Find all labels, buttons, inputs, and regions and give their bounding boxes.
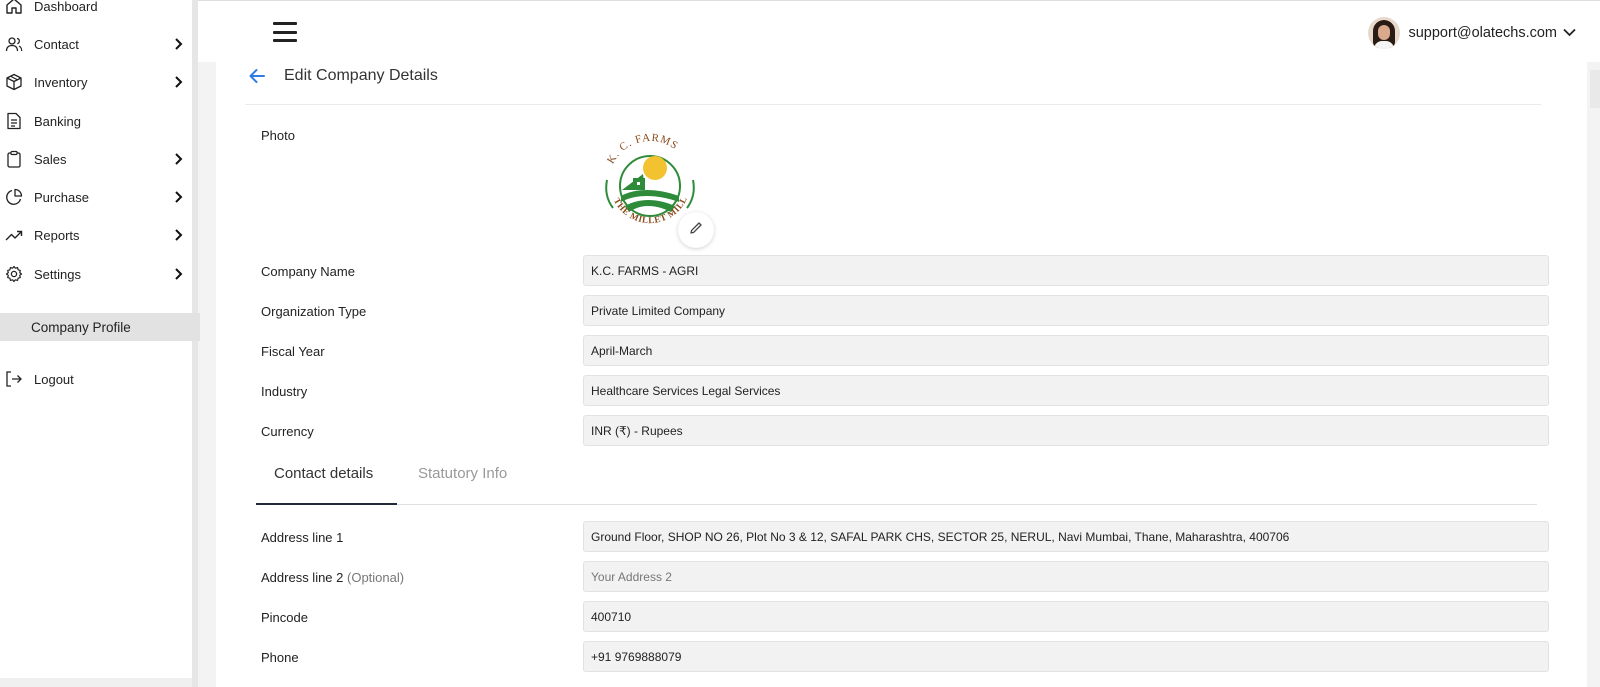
chevron-right-icon (173, 153, 185, 165)
back-arrow-icon[interactable] (248, 67, 266, 85)
sidebar-item-label: Company Profile (31, 319, 131, 335)
sidebar-item-banking[interactable]: Banking (0, 103, 192, 139)
home-icon (5, 0, 23, 15)
sidebar-item-settings[interactable]: Settings (0, 256, 192, 292)
industry-field[interactable]: Healthcare Services Legal Services (583, 375, 1549, 406)
currency-label: Currency (261, 424, 314, 439)
sidebar-item-inventory[interactable]: Inventory (0, 64, 192, 100)
users-icon (5, 35, 23, 53)
organization-type-label: Organization Type (261, 304, 367, 319)
sidebar-item-label: Dashboard (34, 0, 98, 14)
sidebar-footer (0, 678, 192, 687)
user-menu[interactable]: support@olatechs.com (1368, 16, 1576, 50)
tabs-divider (256, 504, 1537, 505)
sidebar-item-logout[interactable]: Logout (0, 361, 192, 397)
chevron-right-icon (173, 268, 185, 280)
menu-toggle-button[interactable] (273, 22, 297, 42)
sidebar-item-company-profile[interactable]: Company Profile (0, 313, 200, 341)
sidebar-item-purchase[interactable]: Purchase (0, 179, 192, 215)
phone-field[interactable]: +91 9769888079 (583, 641, 1549, 672)
sidebar-item-label: Sales (34, 151, 67, 167)
box-icon (5, 73, 23, 91)
fiscal-year-label: Fiscal Year (261, 344, 325, 359)
avatar (1368, 17, 1401, 49)
pencil-icon (688, 220, 704, 241)
top-header: support@olatechs.com (198, 0, 1600, 62)
sidebar-item-sales[interactable]: Sales (0, 141, 192, 177)
tab-statutory-info[interactable]: Statutory Info (418, 465, 507, 482)
address2-label: Address line 2 (Optional) (261, 570, 404, 585)
document-icon (5, 112, 23, 130)
sidebar-item-label: Purchase (34, 189, 89, 205)
industry-label: Industry (261, 384, 308, 399)
edit-photo-button[interactable] (678, 212, 714, 248)
sidebar-item-label: Reports (34, 227, 80, 243)
sidebar-item-label: Banking (34, 113, 81, 129)
address1-label: Address line 1 (261, 530, 344, 545)
chevron-down-icon (1563, 24, 1576, 42)
sidebar: Dashboard Contact Inventory Banking Sale… (0, 0, 200, 687)
company-name-label: Company Name (261, 264, 355, 279)
gear-icon (5, 265, 23, 283)
logout-icon (5, 370, 23, 388)
active-tab-indicator (256, 503, 397, 505)
fiscal-year-field[interactable]: April-March (583, 335, 1549, 366)
address2-label-text: Address line 2 (261, 570, 344, 585)
company-name-field[interactable]: K.C. FARMS - AGRI (583, 255, 1549, 286)
user-email: support@olatechs.com (1408, 25, 1557, 41)
hamburger-line (273, 39, 297, 42)
sidebar-item-label: Settings (34, 266, 81, 282)
sidebar-item-contact[interactable]: Contact (0, 26, 192, 62)
address1-field[interactable]: Ground Floor, SHOP NO 26, Plot No 3 & 12… (583, 521, 1549, 552)
clipboard-icon (5, 150, 23, 168)
scrollbar[interactable] (1590, 70, 1600, 108)
sidebar-item-label: Logout (34, 371, 74, 387)
chevron-right-icon (173, 76, 185, 88)
tab-contact-details[interactable]: Contact details (274, 465, 373, 482)
address2-field[interactable]: Your Address 2 (583, 561, 1549, 592)
page-title: Edit Company Details (284, 67, 438, 84)
optional-hint: (Optional) (347, 570, 405, 585)
hamburger-line (273, 22, 297, 25)
pie-chart-icon (5, 188, 23, 206)
sidebar-item-label: Inventory (34, 74, 88, 90)
phone-label: Phone (261, 650, 299, 665)
photo-label: Photo (261, 128, 295, 143)
sidebar-item-label: Contact (34, 36, 79, 52)
sidebar-item-reports[interactable]: Reports (0, 217, 192, 253)
chevron-right-icon (173, 229, 185, 241)
sidebar-item-dashboard[interactable]: Dashboard (0, 0, 192, 24)
pincode-label: Pincode (261, 610, 308, 625)
currency-field[interactable]: INR (₹) - Rupees (583, 415, 1549, 446)
divider (245, 104, 1541, 105)
trending-up-icon (5, 226, 23, 244)
hamburger-line (273, 30, 297, 34)
chevron-right-icon (173, 38, 185, 50)
main-panel: Edit Company Details Photo K. C. FARMS T… (216, 62, 1587, 687)
organization-type-field[interactable]: Private Limited Company (583, 295, 1549, 326)
chevron-right-icon (173, 191, 185, 203)
pincode-field[interactable]: 400710 (583, 601, 1549, 632)
